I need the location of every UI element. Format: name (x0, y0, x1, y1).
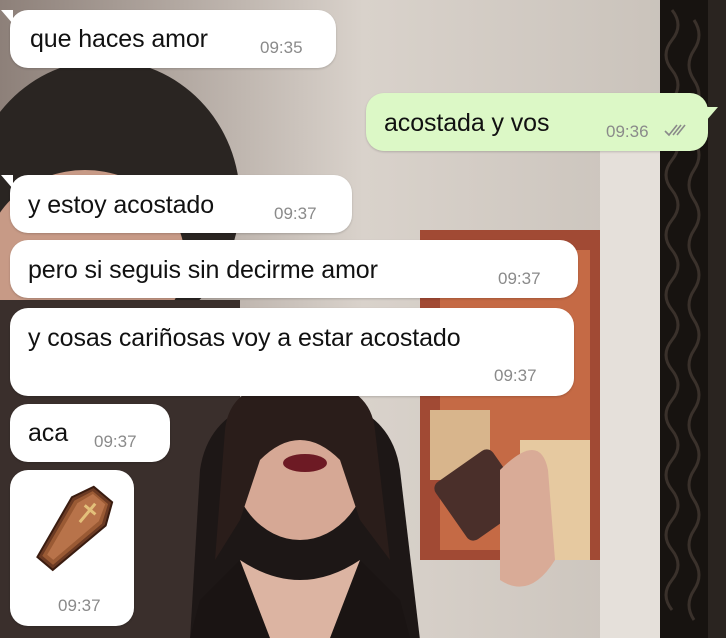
message-time: 09:37 (274, 204, 317, 223)
message-text: aca (28, 419, 69, 447)
message-sticker[interactable]: 09:37 (10, 470, 134, 626)
message-outgoing[interactable]: acostada y vos 09:36 (366, 93, 718, 151)
message-text: y estoy acostado (28, 191, 215, 219)
message-incoming[interactable]: aca 09:37 (10, 404, 170, 462)
message-incoming[interactable]: que haces amor 09:35 (1, 10, 336, 68)
message-text: acostada y vos (384, 109, 550, 137)
chat-messages[interactable]: que haces amor 09:35 acostada y vos 09:3… (0, 0, 726, 638)
coffin-icon (36, 485, 114, 572)
message-time: 09:37 (58, 596, 101, 615)
message-time: 09:37 (498, 269, 541, 288)
read-ticks-icon (664, 124, 686, 137)
message-text: y cosas cariñosas voy a estar acostado (28, 324, 461, 352)
message-incoming[interactable]: pero si seguis sin decirme amor 09:37 (10, 240, 578, 298)
message-incoming[interactable]: y cosas cariñosas voy a estar acostado 0… (10, 308, 574, 396)
message-time: 09:36 (606, 122, 649, 141)
message-text: pero si seguis sin decirme amor (28, 256, 378, 284)
message-incoming[interactable]: y estoy acostado 09:37 (1, 175, 352, 233)
message-time: 09:37 (94, 432, 137, 451)
message-text: que haces amor (30, 25, 208, 53)
message-time: 09:35 (260, 38, 303, 57)
message-time: 09:37 (494, 366, 537, 385)
